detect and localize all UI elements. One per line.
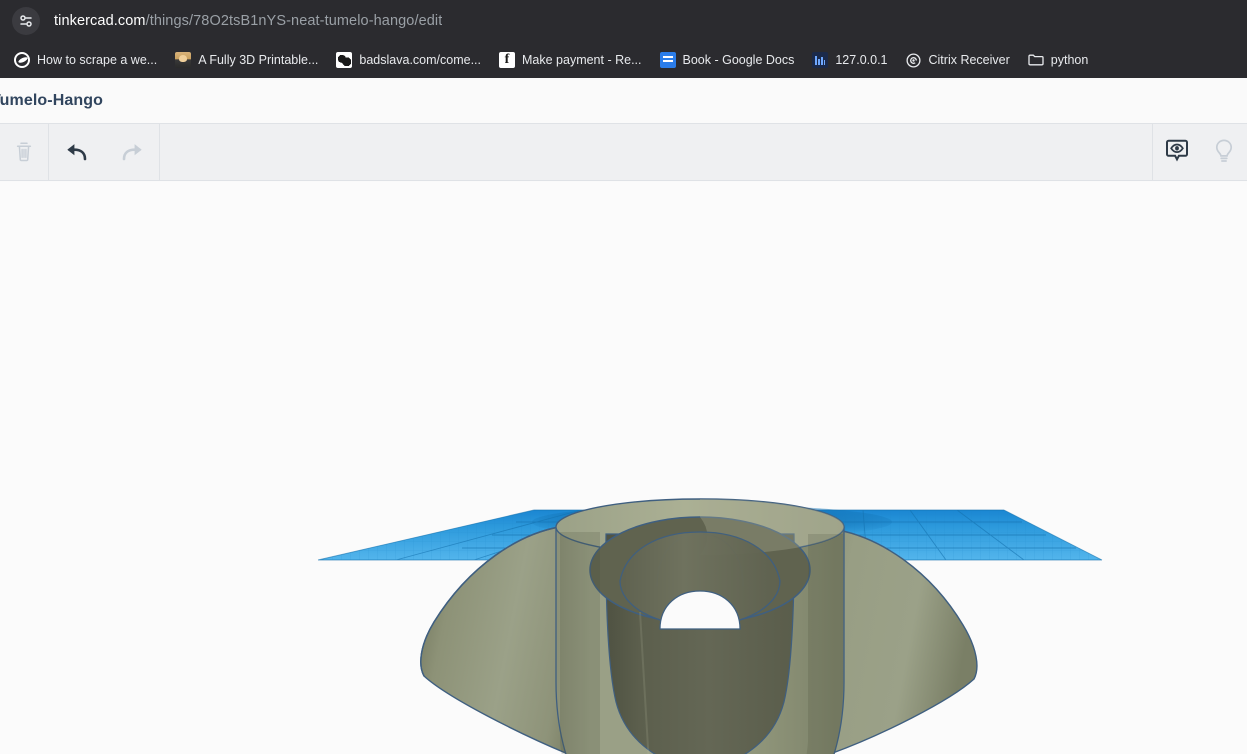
tinkercad-app: Tumelo-Hango (0, 78, 1247, 754)
bookmark-label: Citrix Receiver (928, 53, 1010, 67)
skull-favicon (336, 52, 353, 68)
bookmark-label: Make payment - Re... (522, 53, 642, 67)
omnibox-row: tinkercad.com/things/78O2tsB1nYS-neat-tu… (0, 0, 1247, 42)
bookmark-127-0-0-1[interactable]: 127.0.0.1 (804, 47, 895, 73)
eye-speech-bubble-icon (1165, 139, 1188, 162)
redo-arrow-icon (122, 144, 142, 161)
undo-arrow-icon (66, 144, 86, 161)
bookmark-badslava[interactable]: badslava.com/come... (328, 47, 489, 73)
address-bar-url[interactable]: tinkercad.com/things/78O2tsB1nYS-neat-tu… (54, 13, 442, 29)
toolbar-left-group (0, 124, 48, 180)
bookmark-make-payment[interactable]: Make payment - Re... (491, 47, 650, 73)
toolbar-history-group (49, 124, 159, 180)
browser-chrome: tinkercad.com/things/78O2tsB1nYS-neat-tu… (0, 0, 1247, 78)
bookmark-fully-3d-printable[interactable]: A Fully 3D Printable... (167, 47, 326, 73)
bookmark-label: badslava.com/come... (359, 53, 481, 67)
folder-favicon (1028, 52, 1044, 68)
toolbar-right-group (1153, 124, 1247, 180)
3d-scene (0, 182, 1247, 754)
bookmark-label: A Fully 3D Printable... (198, 53, 319, 67)
hint-button[interactable] (1200, 124, 1247, 180)
notes-button[interactable] (1153, 124, 1200, 180)
bookmark-how-to-scrape[interactable]: How to scrape a we... (6, 47, 165, 73)
url-path: /things/78O2tsB1nYS-neat-tumelo-hango/ed… (145, 13, 443, 29)
redo-button[interactable] (104, 124, 159, 180)
globe-favicon (14, 52, 30, 68)
bookmarks-bar: How to scrape a we... A Fully 3D Printab… (0, 42, 1247, 78)
bookmark-book-google-docs[interactable]: Book - Google Docs (652, 47, 803, 73)
chart-favicon (812, 52, 829, 68)
bookmark-label: 127.0.0.1 (835, 53, 888, 67)
trash-icon (16, 142, 32, 162)
delete-button[interactable] (0, 124, 48, 180)
bookmark-python-folder[interactable]: python (1020, 47, 1097, 73)
app-header: Tumelo-Hango (0, 78, 1247, 123)
url-host: tinkercad.com (54, 13, 146, 29)
facebook-favicon (499, 52, 515, 68)
bookmark-citrix-receiver[interactable]: Citrix Receiver (898, 47, 1018, 73)
bookmark-label: python (1050, 53, 1089, 67)
tune-sliders-icon[interactable] (12, 7, 40, 35)
page-title[interactable]: Tumelo-Hango (0, 92, 103, 110)
lightbulb-icon (1215, 139, 1232, 162)
google-docs-favicon (659, 52, 676, 68)
bookmark-label: Book - Google Docs (682, 53, 795, 67)
bookmark-label: How to scrape a we... (37, 53, 158, 67)
3d-editor-canvas[interactable] (0, 182, 1247, 754)
photo-favicon (175, 52, 192, 68)
citrix-favicon (906, 52, 922, 68)
editor-toolbar (0, 123, 1247, 181)
undo-button[interactable] (49, 124, 104, 180)
